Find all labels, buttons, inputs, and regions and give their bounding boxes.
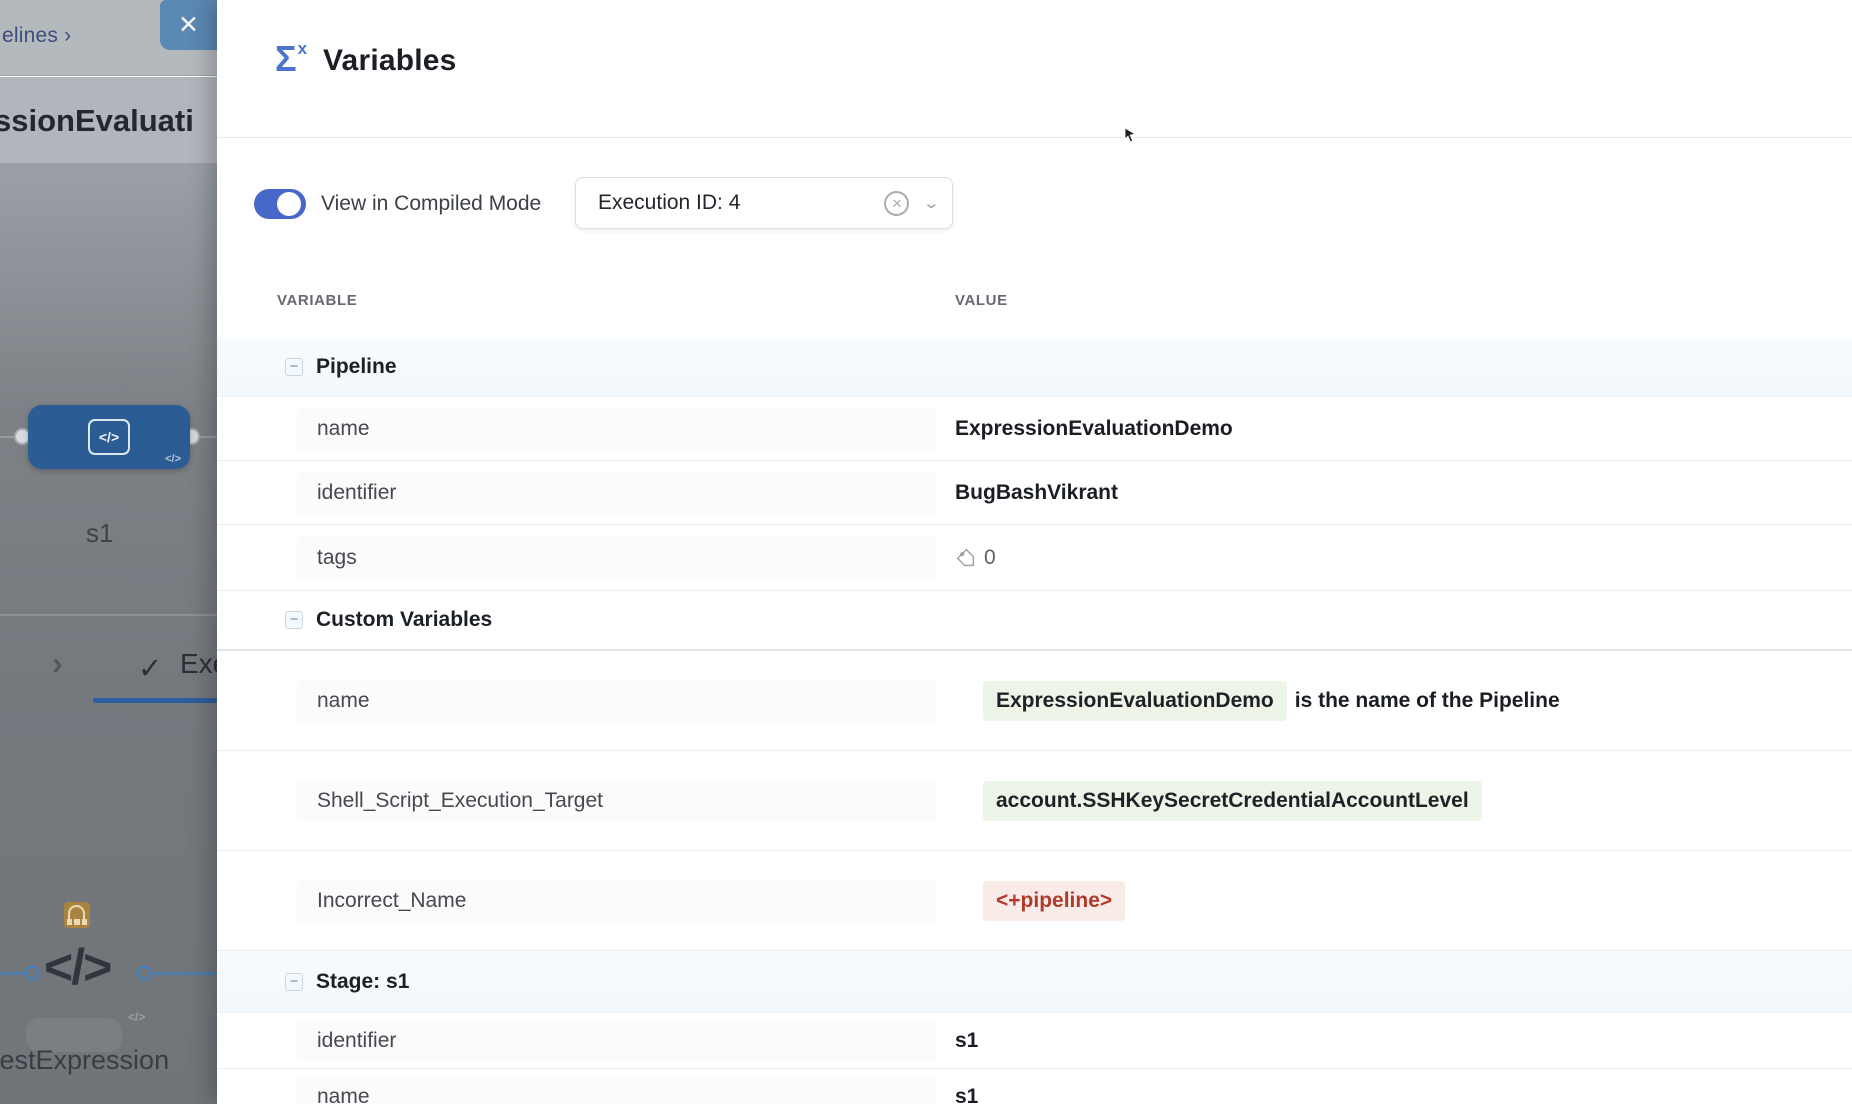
table-column-headers: VARIABLE VALUE [217, 292, 1852, 318]
screen: elines › ssionEvaluati </> </> s1 › ✓ Ex… [0, 0, 1852, 1104]
variable-value: ExpressionEvaluationDemo [955, 417, 1233, 441]
variable-row: name s1 [217, 1069, 1852, 1104]
variable-value-part: is the name of the Pipeline [1295, 689, 1560, 713]
variable-row: name ExpressionEvaluationDemo is the name… [217, 651, 1852, 751]
clear-selection-icon[interactable]: ✕ [884, 191, 909, 216]
variable-value-part: s1 [955, 1085, 978, 1104]
collapse-icon[interactable]: − [285, 611, 303, 629]
column-header-variable: VARIABLE [277, 292, 357, 309]
execution-id-value: Execution ID: 4 [598, 191, 884, 215]
close-icon: ✕ [178, 11, 199, 39]
variable-value: account.SSHKeySecretCredentialAccountLev… [955, 781, 1490, 821]
section-header-row: −Custom Variables [217, 591, 1852, 651]
variable-name: Incorrect_Name [297, 880, 937, 922]
variables-section: −Pipeline name ExpressionEvaluationDemo ide… [217, 337, 1852, 591]
variable-value-part: ExpressionEvaluationDemo [955, 417, 1233, 441]
gauge-icon [64, 902, 90, 928]
variable-row: identifier s1 [217, 1013, 1852, 1069]
section-header-row: −Pipeline [217, 337, 1852, 397]
connector-line [152, 972, 217, 975]
variable-value-part: account.SSHKeySecretCredentialAccountLev… [983, 781, 1482, 821]
stage-node-label: s1 [86, 518, 113, 549]
variable-value-part: 0 [984, 546, 996, 570]
pipeline-title: ssionEvaluati [0, 103, 194, 139]
toggle-knob [277, 192, 301, 216]
variable-row: identifier BugBashVikrant [217, 461, 1852, 525]
breadcrumb[interactable]: elines › [2, 24, 71, 48]
variable-value: s1 [955, 1085, 978, 1104]
variable-value: <+pipeline> [955, 881, 1125, 921]
active-tab-underline [93, 698, 217, 703]
step-label: testExpression [0, 1045, 169, 1076]
mouse-cursor [1124, 128, 1138, 144]
variables-panel: Σx Variables View in Compiled Mode Execu… [217, 0, 1852, 1104]
panel-title: Variables [323, 44, 457, 78]
check-icon: ✓ [138, 651, 162, 686]
connector-line [0, 972, 24, 975]
variable-row: tags 0 [217, 525, 1852, 591]
compiled-mode-toggle[interactable] [254, 189, 306, 219]
variable-name: name [297, 408, 937, 450]
variable-row: Shell_Script_Execution_Target account.SSH… [217, 751, 1852, 851]
variables-table: −PipelinenameExpressionEvaluationDemoide… [217, 337, 1852, 1104]
variable-name: identifier [297, 472, 937, 514]
compiled-mode-label: View in Compiled Mode [321, 192, 541, 216]
variable-name: identifier [297, 1020, 937, 1062]
step-node-code-icon[interactable]: </> [44, 938, 110, 996]
variable-name: name [297, 1076, 937, 1104]
pipeline-title-bar: ssionEvaluati [0, 77, 217, 163]
stage-node-s1[interactable]: </> </> [28, 405, 190, 469]
variable-row: Incorrect_Name <+pipeline> [217, 851, 1852, 951]
compiled-mode-row: View in Compiled Mode [254, 178, 541, 230]
variable-value-part: ExpressionEvaluationDemo [983, 681, 1287, 721]
variable-name: name [297, 680, 937, 722]
variable-name: Shell_Script_Execution_Target [297, 780, 937, 822]
variable-value-part: s1 [955, 1029, 978, 1053]
chevron-right-icon[interactable]: › [52, 645, 63, 682]
variable-value: 0 [955, 546, 996, 570]
variable-value-part: BugBashVikrant [955, 481, 1118, 505]
canvas-divider [0, 614, 217, 616]
section-title: Pipeline [316, 355, 397, 379]
tab-execution[interactable]: Exe [180, 648, 217, 680]
variable-value: ExpressionEvaluationDemo is the name of … [955, 681, 1560, 721]
code-badge-icon: </> [128, 1010, 145, 1024]
variable-value: s1 [955, 1029, 978, 1053]
variables-section: −Stage: s1 identifier s1 name s1 [217, 951, 1852, 1104]
variables-section: −Custom Variables name ExpressionEvaluatio… [217, 591, 1852, 951]
pipeline-canvas: </> </> s1 › ✓ Exe </> </> testExpressio… [0, 163, 217, 1104]
code-badge-icon: </> [165, 453, 181, 465]
connector-dot [136, 965, 152, 981]
tag-icon [955, 547, 976, 568]
chevron-down-icon[interactable]: ⌄ [923, 194, 941, 212]
variable-name: tags [297, 537, 937, 579]
connector-dot [24, 965, 40, 981]
custom-stage-icon: </> [88, 419, 130, 455]
column-header-value: VALUE [955, 292, 1008, 309]
sigma-variables-icon: Σx [275, 38, 306, 80]
variable-row: name ExpressionEvaluationDemo [217, 397, 1852, 461]
collapse-icon[interactable]: − [285, 358, 303, 376]
section-title: Custom Variables [316, 608, 492, 632]
close-button[interactable]: ✕ [160, 0, 217, 50]
panel-header: Σx Variables [217, 0, 1852, 138]
collapse-icon[interactable]: − [285, 973, 303, 991]
variable-value-part: <+pipeline> [983, 881, 1125, 921]
section-title: Stage: s1 [316, 970, 409, 994]
section-header-row: −Stage: s1 [217, 951, 1852, 1013]
execution-id-select[interactable]: Execution ID: 4 ✕ ⌄ [575, 177, 953, 229]
variable-value: BugBashVikrant [955, 481, 1118, 505]
pipeline-canvas-underlay: elines › ssionEvaluati </> </> s1 › ✓ Ex… [0, 0, 217, 1104]
